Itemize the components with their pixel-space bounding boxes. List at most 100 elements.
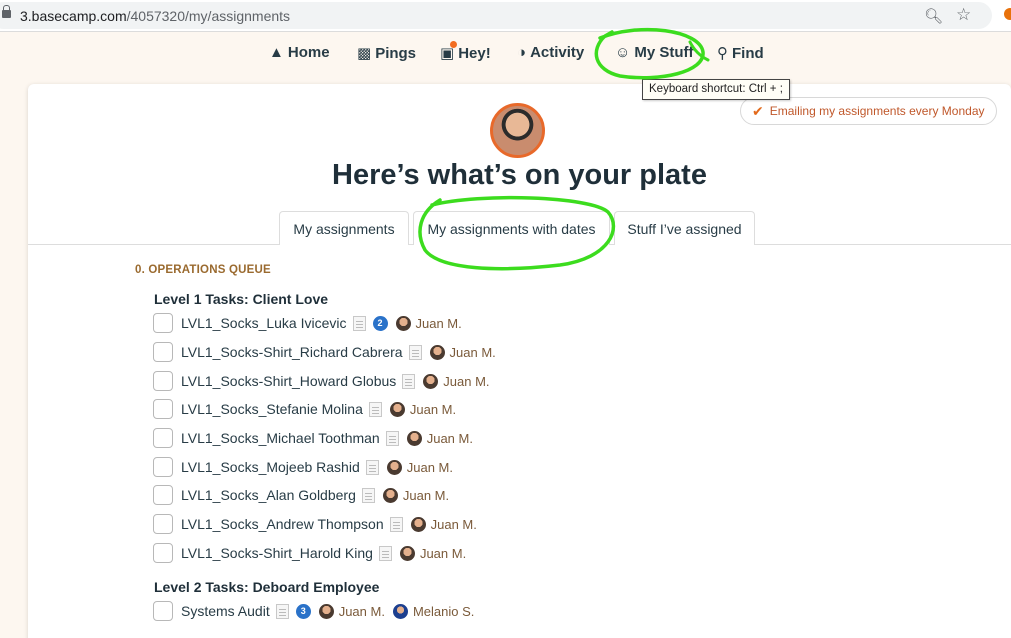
todo-checkbox[interactable] [153,543,173,563]
todo-title[interactable]: LVL1_Socks_Stefanie Molina [181,401,363,417]
assignee-name[interactable]: Juan M. [416,316,462,331]
page-title: Here’s what’s on your plate [332,159,707,191]
todo-item: LVL1_Socks-Shirt_Howard Globus Juan M. [153,370,490,392]
todo-checkbox[interactable] [153,485,173,505]
nav-home[interactable]: ▲ Home [269,44,330,61]
email-assignments-button[interactable]: ✔ Emailing my assignments every Monday [740,97,997,125]
todo-checkbox[interactable] [153,371,173,391]
assignee-avatar [423,373,439,389]
assignee-name[interactable]: Juan M. [410,402,456,417]
comment-count-badge[interactable]: 2 [372,315,388,331]
todolist-title[interactable]: Level 2 Tasks: Deboard Employee [154,579,379,595]
tab-my-assignments[interactable]: My assignments [279,211,409,245]
todo-checkbox[interactable] [153,399,173,419]
todo-title[interactable]: Systems Audit [181,603,270,619]
comment-count-badge[interactable]: 3 [295,603,311,619]
assignment-tabs: My assignments My assignments with dates… [28,211,1011,245]
nav-find[interactable]: ⚲ Find [717,44,764,63]
assignee-avatar [399,545,415,561]
todo-item: LVL1_Socks-Shirt_Harold King Juan M. [153,542,466,564]
assignee-avatar [386,459,402,475]
todo-checkbox[interactable] [153,601,173,621]
pie-chart-icon: ◑ [517,44,527,61]
assignments-card: ✔ Emailing my assignments every Monday H… [28,84,1011,638]
todo-title[interactable]: LVL1_Socks_Mojeeb Rashid [181,459,360,475]
tab-my-assignments-with-dates[interactable]: My assignments with dates [413,211,610,245]
nav-home-label: Home [287,44,330,61]
project-section-title[interactable]: 0. OPERATIONS QUEUE [135,264,271,276]
todo-title[interactable]: LVL1_Socks-Shirt_Richard Cabrera [181,344,403,360]
url-text[interactable]: 3.basecamp.com/4057320/my/assignments [20,8,290,24]
magnifier-icon: ⚲ [717,45,728,62]
todo-title[interactable]: LVL1_Socks-Shirt_Howard Globus [181,373,396,389]
assignee-name[interactable]: Juan M. [431,517,477,532]
tab-stuff-ive-assigned[interactable]: Stuff I’ve assigned [614,211,755,245]
notes-icon [408,344,422,360]
chat-bubbles-icon: ▩ [357,45,372,62]
assignee-avatar [392,603,408,619]
notes-icon [402,373,416,389]
assignee-avatar [318,603,334,619]
notes-icon [275,603,289,619]
assignee-name[interactable]: Juan M. [403,488,449,503]
todo-title[interactable]: LVL1_Socks_Michael Toothman [181,430,380,446]
assignee-name[interactable]: Juan M. [407,460,453,475]
inbox-icon: ▣ [440,41,457,62]
nav-hey-label: Hey! [458,44,491,62]
todo-item: LVL1_Socks_Stefanie Molina Juan M. [153,398,456,420]
notes-icon [352,315,366,331]
extension-icon[interactable] [1004,8,1011,20]
assignee-name[interactable]: Juan M. [427,431,473,446]
assignee-name[interactable]: Melanio S. [413,604,474,619]
todo-title[interactable]: LVL1_Socks_Andrew Thompson [181,516,384,532]
nav-activity-label: Activity [530,44,585,61]
assignee-avatar [410,516,426,532]
assignee-avatar [389,401,405,417]
assignee-name[interactable]: Juan M. [450,345,496,360]
todo-item: LVL1_Socks_Michael Toothman Juan M. [153,427,473,449]
assignee-name[interactable]: Juan M. [443,374,489,389]
notes-icon [378,545,392,561]
todo-title[interactable]: LVL1_Socks_Alan Goldberg [181,487,356,503]
todolist-title[interactable]: Level 1 Tasks: Client Love [154,291,328,307]
email-assignments-label: Emailing my assignments every Monday [769,104,985,118]
todo-checkbox[interactable] [153,457,173,477]
smiley-icon: ☺ [615,44,631,61]
assignee-name[interactable]: Juan M. [339,604,385,619]
nav-hey[interactable]: ▣ Hey! [440,41,491,62]
todo-checkbox[interactable] [153,313,173,333]
assignee-avatar [382,487,398,503]
lock-icon [2,5,11,18]
notes-icon [361,487,375,503]
keyboard-shortcut-tooltip: Keyboard shortcut: Ctrl + ; [642,79,790,100]
assignee-avatar [395,315,411,331]
nav-my-stuff-label: My Stuff [634,44,694,61]
todo-title[interactable]: LVL1_Socks_Luka Ivicevic [181,315,347,331]
notification-dot [450,41,457,48]
notes-icon [368,401,382,417]
nav-my-stuff[interactable]: ☺ My Stuff [615,44,694,61]
notes-icon [389,516,403,532]
todo-item: LVL1_Socks_Alan Goldberg Juan M. [153,484,449,506]
todo-item: Systems Audit 3 Juan M. Melanio S. [153,600,474,622]
todo-checkbox[interactable] [153,514,173,534]
basecamp-mountain-icon: ▲ [269,44,284,61]
main-nav: ▲ Home ▩ Pings ▣ Hey! ◑ Activity ☺ My St… [0,33,1011,73]
bookmark-star-icon[interactable]: ☆ [956,5,971,25]
nav-activity[interactable]: ◑ Activity [517,44,584,61]
address-bar[interactable]: 3.basecamp.com/4057320/my/assignments 🔍︎… [0,2,992,29]
assignee-avatar [406,430,422,446]
user-avatar[interactable] [490,103,545,158]
zoom-icon[interactable]: 🔍︎ [924,7,943,25]
checkmark-icon: ✔ [752,102,764,119]
todo-item: LVL1_Socks_Andrew Thompson Juan M. [153,513,477,535]
todo-title[interactable]: LVL1_Socks-Shirt_Harold King [181,545,373,561]
todo-item: LVL1_Socks-Shirt_Richard Cabrera Juan M. [153,341,496,363]
todo-checkbox[interactable] [153,342,173,362]
todo-item: LVL1_Socks_Mojeeb Rashid Juan M. [153,456,453,478]
nav-pings-label: Pings [375,44,417,62]
nav-pings[interactable]: ▩ Pings [357,44,417,63]
assignee-name[interactable]: Juan M. [420,546,466,561]
todo-item: LVL1_Socks_Luka Ivicevic 2 Juan M. [153,312,462,334]
todo-checkbox[interactable] [153,428,173,448]
